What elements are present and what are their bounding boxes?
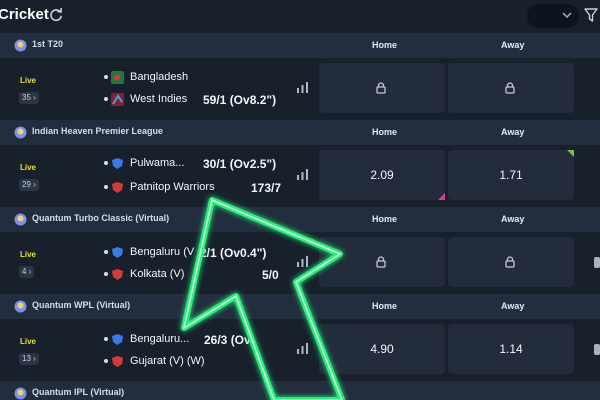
serve-dot — [104, 250, 108, 254]
serve-dot — [104, 185, 108, 189]
match-row[interactable]: Live 35 › Bangladesh West Indies 59/1 (O… — [0, 58, 600, 119]
team-name: West Indies — [130, 93, 188, 105]
team-score: 2/1 (Ov0.4") — [200, 246, 267, 260]
match-row[interactable]: Live 29 › Pulwama... 30/1 (Ov2.5") Patni… — [0, 145, 600, 206]
league-name: 1st T20 — [32, 39, 64, 49]
team-score: 5/0 — [262, 268, 279, 282]
trophy-icon — [14, 387, 27, 400]
stats-icon[interactable] — [297, 169, 308, 180]
market-count: 35 — [22, 93, 31, 102]
market-count: 29 — [22, 180, 31, 189]
team-shield-icon — [112, 356, 123, 367]
column-home-label: Home — [372, 301, 398, 311]
odds-down-indicator — [438, 193, 445, 200]
serve-dot — [104, 75, 108, 79]
away-odds-button[interactable]: 1.71 — [448, 150, 574, 200]
team-score: 26/3 (Ov — [204, 333, 251, 347]
match-row[interactable]: Live 13 › Bengaluru... 26/3 (Ov Gujarat … — [0, 319, 600, 380]
lock-icon — [505, 256, 515, 268]
team-name: Pulwama... — [130, 157, 185, 169]
away-odds-value: 1.14 — [499, 342, 523, 356]
serve-dot — [104, 97, 108, 101]
team-score: 173/7 — [251, 181, 282, 195]
lock-icon — [376, 82, 386, 94]
top-bar: Cricket — [0, 0, 600, 33]
page-title: Cricket — [0, 6, 49, 23]
trophy-icon — [14, 39, 27, 52]
team-shield-icon — [112, 269, 123, 280]
team-name: Bangladesh — [130, 71, 189, 83]
team-name: Patnitop Warriors — [130, 181, 215, 193]
serve-dot — [104, 359, 108, 363]
market-count: 4 — [22, 267, 27, 276]
team-name: Bengaluru (V — [130, 246, 195, 258]
match-row[interactable]: Live 4 › Bengaluru (V 2/1 (Ov0.4") Kolka… — [0, 232, 600, 293]
team-name: Kolkata (V) — [130, 268, 185, 280]
league-name: Quantum WPL (Virtual) — [32, 300, 131, 310]
serve-dot — [104, 161, 108, 165]
column-away-label: Away — [501, 127, 525, 137]
column-home-label: Home — [372, 127, 398, 137]
market-count: 13 — [22, 354, 31, 363]
trophy-icon — [14, 213, 27, 226]
team-shield-icon — [112, 182, 123, 193]
stats-icon[interactable] — [297, 82, 308, 93]
odds-up-indicator — [567, 150, 574, 157]
league-header: Indian Heaven Premier League Home Away — [0, 120, 600, 145]
home-odds-value: 2.09 — [370, 168, 394, 182]
column-home-label: Home — [372, 40, 398, 50]
team-score: 30/1 (Ov2.5") — [203, 157, 277, 171]
league-name: Quantum Turbo Classic (Virtual) — [32, 213, 170, 223]
column-away-label: Away — [501, 301, 525, 311]
home-odds-button[interactable]: 4.90 — [319, 324, 445, 374]
stats-icon[interactable] — [297, 256, 308, 267]
filter-icon[interactable] — [584, 7, 598, 23]
bangladesh-flag-icon — [111, 71, 124, 84]
away-odds-button[interactable] — [448, 63, 574, 113]
league-header: Quantum WPL (Virtual) Home Away — [0, 294, 600, 319]
team-shield-icon — [112, 334, 123, 345]
stats-icon[interactable] — [297, 343, 308, 354]
serve-dot — [104, 272, 108, 276]
trophy-icon — [14, 300, 27, 313]
live-label: Live — [20, 76, 37, 85]
trophy-icon — [14, 126, 27, 139]
league-header: 1st T20 Home Away — [0, 33, 600, 58]
lock-icon — [376, 256, 386, 268]
lock-icon — [505, 82, 515, 94]
away-odds-button[interactable] — [448, 237, 574, 287]
team-score: 59/1 (Ov8.2") — [203, 93, 277, 107]
market-count-badge[interactable]: 13 › — [19, 353, 39, 365]
home-odds-button[interactable]: 2.09 — [319, 150, 445, 200]
team-name: Gujarat (V) (W) — [130, 355, 205, 367]
league-header: Quantum IPL (Virtual) — [0, 381, 600, 400]
column-away-label: Away — [501, 214, 525, 224]
home-odds-button[interactable] — [319, 237, 445, 287]
refresh-icon[interactable] — [48, 7, 64, 23]
side-panel-tab[interactable] — [594, 344, 600, 355]
west-indies-flag-icon — [111, 93, 124, 106]
league-name: Quantum IPL (Virtual) — [32, 387, 125, 397]
live-label: Live — [20, 337, 37, 346]
live-label: Live — [20, 250, 37, 259]
sort-dropdown[interactable] — [527, 4, 579, 28]
team-shield-icon — [112, 158, 123, 169]
serve-dot — [104, 337, 108, 341]
market-count-badge[interactable]: 29 › — [19, 179, 39, 191]
column-home-label: Home — [372, 214, 398, 224]
team-name: Bengaluru... — [130, 333, 190, 345]
live-label: Live — [20, 163, 37, 172]
market-count-badge[interactable]: 4 › — [19, 266, 35, 278]
home-odds-button[interactable] — [319, 63, 445, 113]
away-odds-value: 1.71 — [499, 168, 523, 182]
side-panel-tab[interactable] — [594, 257, 600, 268]
market-count-badge[interactable]: 35 › — [19, 92, 39, 104]
team-shield-icon — [112, 247, 123, 258]
column-away-label: Away — [501, 40, 525, 50]
league-header: Quantum Turbo Classic (Virtual) Home Awa… — [0, 207, 600, 232]
chevron-down-icon — [562, 12, 572, 19]
home-odds-value: 4.90 — [370, 342, 394, 356]
league-name: Indian Heaven Premier League — [32, 126, 164, 136]
away-odds-button[interactable]: 1.14 — [448, 324, 574, 374]
